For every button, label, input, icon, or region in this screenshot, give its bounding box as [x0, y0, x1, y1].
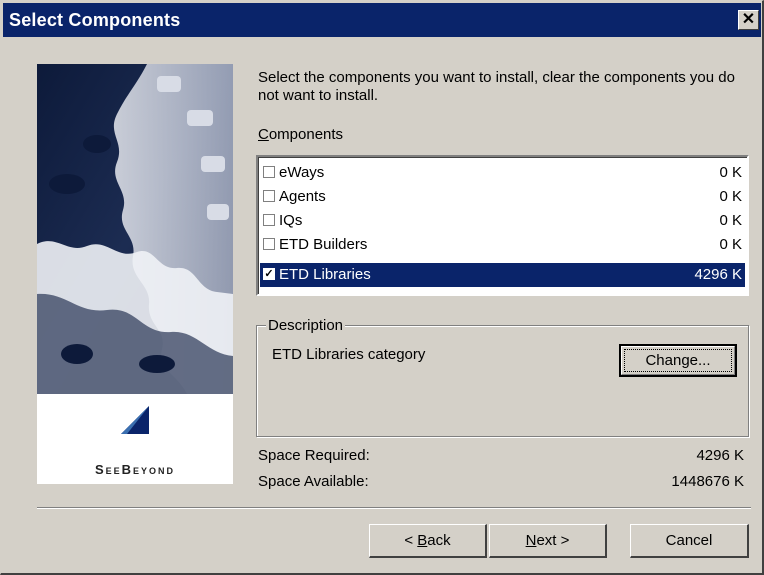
window-title: Select Components	[9, 10, 181, 30]
component-item-etd-builders[interactable]: ETD Builders 0 K	[260, 233, 745, 257]
cancel-button[interactable]: Cancel	[630, 524, 749, 558]
gears-image	[37, 64, 233, 394]
components-label: Components	[258, 126, 344, 143]
space-required-value: 4296 K	[696, 447, 744, 464]
components-list[interactable]: eWays 0 K Agents 0 K IQs 0 K ETD Builder…	[256, 155, 749, 296]
component-item-eways[interactable]: eWays 0 K	[260, 161, 745, 185]
close-icon: ✕	[741, 11, 756, 28]
wizard-side-graphic: SeeBeyond	[37, 64, 233, 484]
component-item-agents[interactable]: Agents 0 K	[260, 185, 745, 209]
space-available-label: Space Available:	[258, 473, 369, 490]
next-button[interactable]: Next >	[489, 524, 607, 558]
title-bar[interactable]: Select Components ✕	[3, 3, 761, 37]
checkbox-checked[interactable]: ✓	[263, 268, 275, 280]
back-button[interactable]: < Back	[369, 524, 487, 558]
description-text: ETD Libraries category	[272, 346, 426, 363]
description-group	[256, 325, 749, 437]
brand-wordmark: SeeBeyond	[94, 462, 176, 477]
change-button[interactable]: Change...	[619, 344, 737, 377]
close-button[interactable]: ✕	[738, 10, 759, 30]
component-item-etd-libraries[interactable]: ✓ ETD Libraries 4296 K	[260, 263, 745, 287]
select-components-dialog: Select Components ✕ SeeBeyond Select the…	[0, 0, 764, 575]
checkbox[interactable]	[263, 238, 275, 250]
checkbox[interactable]	[263, 190, 275, 202]
component-item-iqs[interactable]: IQs 0 K	[260, 209, 745, 233]
space-available-value: 1448676 K	[671, 473, 744, 490]
instruction-text: Select the components you want to instal…	[258, 69, 735, 104]
space-required-label: Space Required:	[258, 447, 370, 464]
description-group-label: Description	[266, 317, 346, 334]
divider	[37, 507, 751, 509]
checkbox[interactable]	[263, 166, 275, 178]
checkbox[interactable]	[263, 214, 275, 226]
